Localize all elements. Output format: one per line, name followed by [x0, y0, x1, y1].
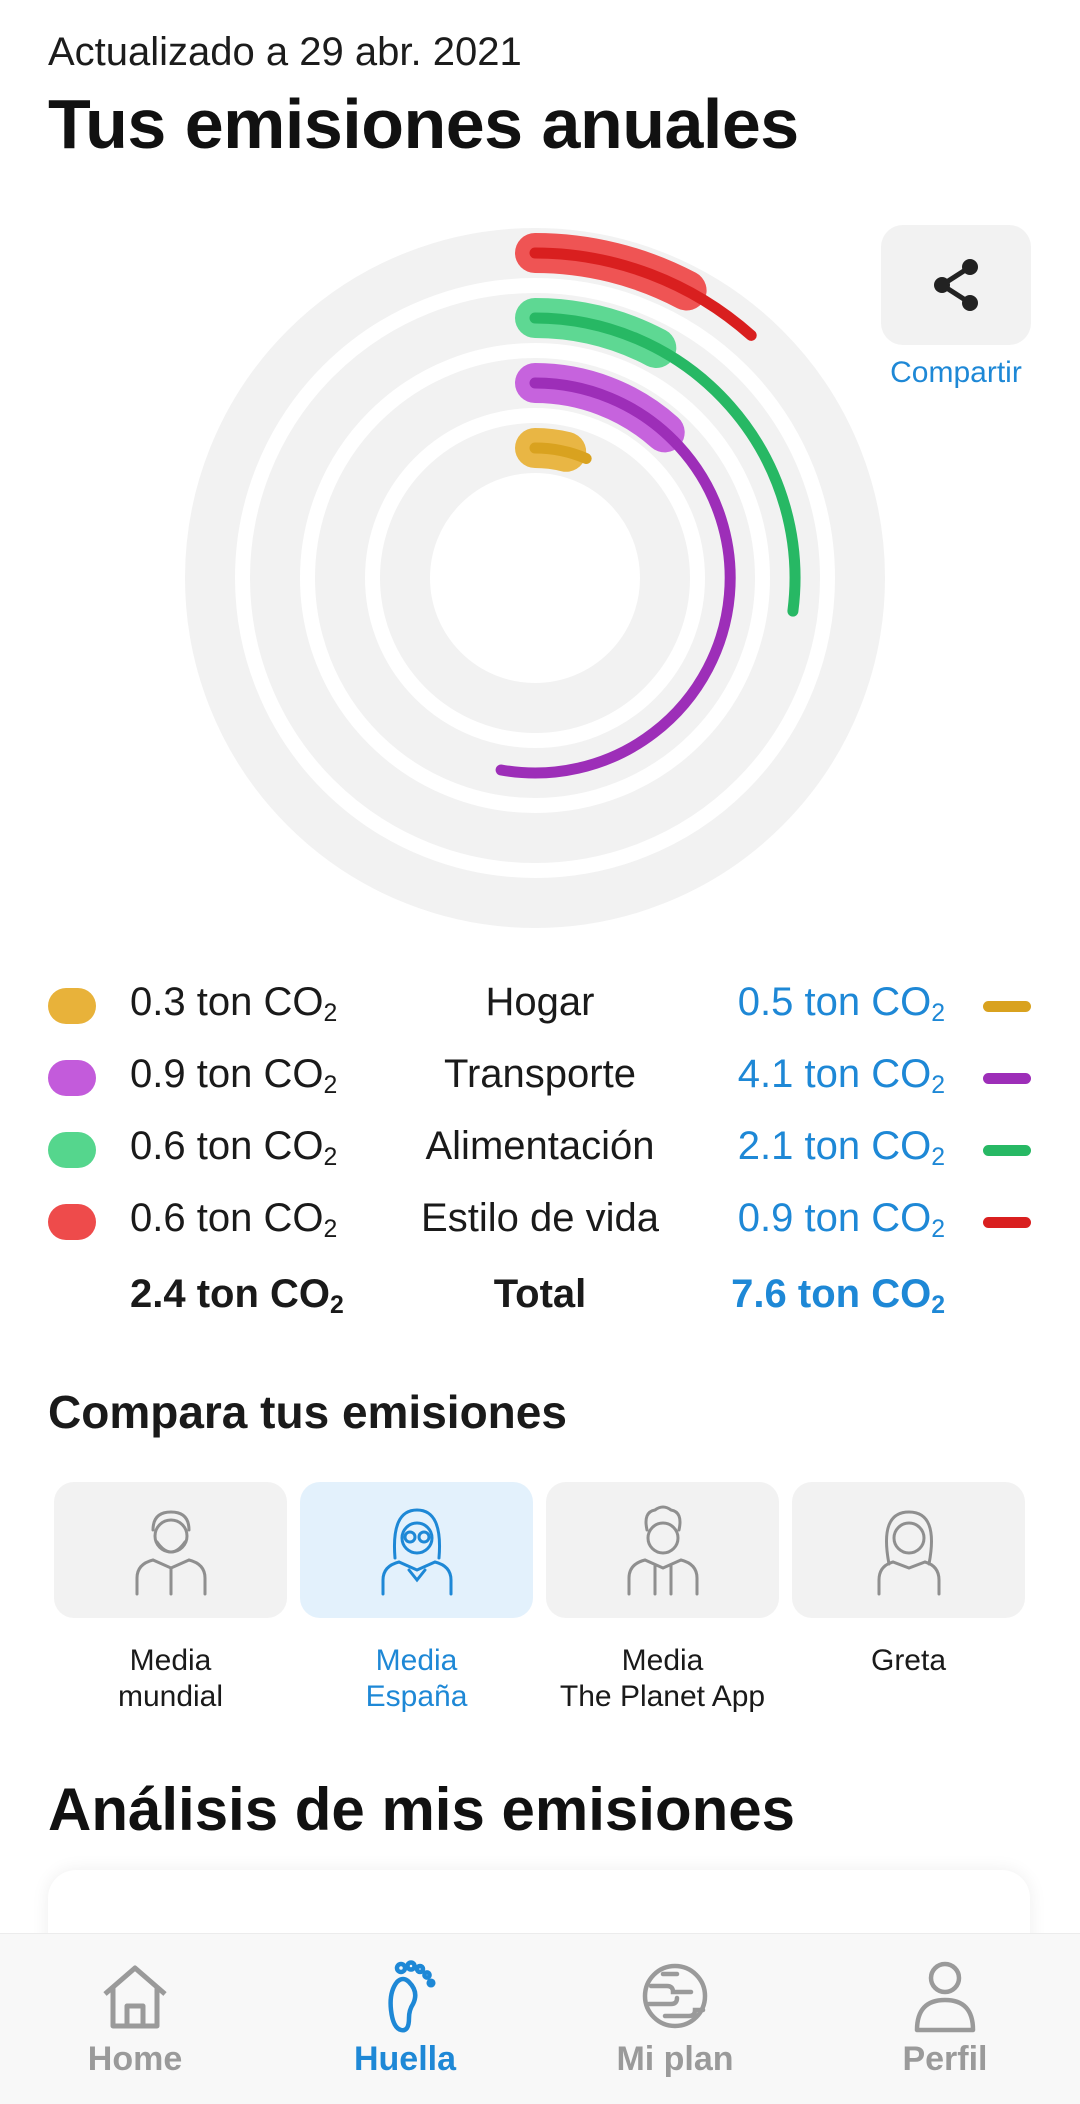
share-icon [934, 259, 978, 311]
mine-value: 0.6 ton CO2 [130, 1124, 338, 1172]
ring-tracks [185, 228, 885, 928]
mine-value: 0.9 ton CO2 [130, 1052, 338, 1100]
ring-track [380, 423, 690, 733]
girl-avatar-icon [877, 1510, 940, 1596]
compare-world-average[interactable] [54, 1482, 287, 1618]
woman-glasses-avatar-icon [381, 1508, 452, 1596]
average-line-swatch [983, 1001, 1031, 1012]
home-icon [103, 1965, 167, 2029]
mine-value: 0.6 ton CO2 [130, 1196, 338, 1244]
average-value: 2.1 ton CO2 [737, 1124, 945, 1172]
average-line-swatch [983, 1217, 1031, 1228]
estilo-color-dot [48, 1204, 96, 1240]
hogar-color-dot [48, 988, 96, 1024]
legend-row-transporte: 0.9 ton CO2 Transporte 4.1 ton CO2 [0, 1052, 1080, 1112]
page-title: Tus emisiones anuales [48, 85, 799, 163]
analysis-title: Análisis de mis emisiones [48, 1776, 795, 1843]
nav-home-label: Home [87, 2040, 183, 2078]
planet-icon [642, 1963, 708, 2029]
compare-world-label[interactable]: Media mundial [54, 1643, 287, 1715]
nav-home[interactable]: Home [0, 1934, 270, 2104]
nav-perfil-label: Perfil [902, 2040, 988, 2078]
footprint-icon [388, 1960, 436, 2033]
nav-perfil[interactable]: Perfil [810, 1934, 1080, 2104]
compare-greta[interactable] [792, 1482, 1025, 1618]
transporte-color-dot [48, 1060, 96, 1096]
average-line-swatch [983, 1073, 1031, 1084]
profile-icon [914, 1961, 976, 2033]
compare-app-label[interactable]: Media The Planet App [546, 1643, 779, 1715]
legend-row-total: 2.4 ton CO2 Total 7.6 ton CO2 [0, 1272, 1080, 1332]
category-label: Hogar [485, 980, 595, 1024]
category-label: Alimentación [425, 1124, 655, 1168]
legend-row-hogar: 0.3 ton CO2 Hogar 0.5 ton CO2 [0, 980, 1080, 1040]
average-line-swatch [983, 1145, 1031, 1156]
average-value: 4.1 ton CO2 [737, 1052, 945, 1100]
updated-date: Actualizado a 29 abr. 2021 [48, 30, 522, 74]
compare-app-average[interactable] [546, 1482, 779, 1618]
share-label[interactable]: Compartir [856, 356, 1056, 390]
nav-huella[interactable]: Huella [270, 1934, 540, 2104]
category-label: Estilo de vida [421, 1196, 659, 1240]
compare-greta-label[interactable]: Greta [792, 1643, 1025, 1679]
mine-value: 0.3 ton CO2 [130, 980, 338, 1028]
compare-title: Compara tus emisiones [48, 1386, 567, 1438]
bottom-navigation: Home Huella Mi plan Perfil [0, 1933, 1080, 2104]
compare-spain-average[interactable] [300, 1482, 533, 1618]
legend-row-alimentacion: 0.6 ton CO2 Alimentación 2.1 ton CO2 [0, 1124, 1080, 1184]
mine-total: 2.4 ton CO2 [130, 1272, 344, 1320]
average-value: 0.9 ton CO2 [737, 1196, 945, 1244]
nav-mi-plan-label: Mi plan [616, 2040, 734, 2078]
nav-huella-label: Huella [353, 2040, 457, 2078]
share-button[interactable] [881, 225, 1031, 345]
curly-man-avatar-icon [627, 1505, 698, 1596]
compare-spain-label[interactable]: Media España [300, 1643, 533, 1715]
category-label: Transporte [444, 1052, 636, 1096]
nav-mi-plan[interactable]: Mi plan [540, 1934, 810, 2104]
legend-row-estilo-de-vida: 0.6 ton CO2 Estilo de vida 0.9 ton CO2 [0, 1196, 1080, 1256]
average-value: 0.5 ton CO2 [737, 980, 945, 1028]
average-total: 7.6 ton CO2 [731, 1272, 945, 1320]
ring-track [185, 228, 885, 928]
alimentacion-color-dot [48, 1132, 96, 1168]
bearded-man-avatar-icon [135, 1510, 206, 1596]
total-label: Total [493, 1272, 587, 1316]
